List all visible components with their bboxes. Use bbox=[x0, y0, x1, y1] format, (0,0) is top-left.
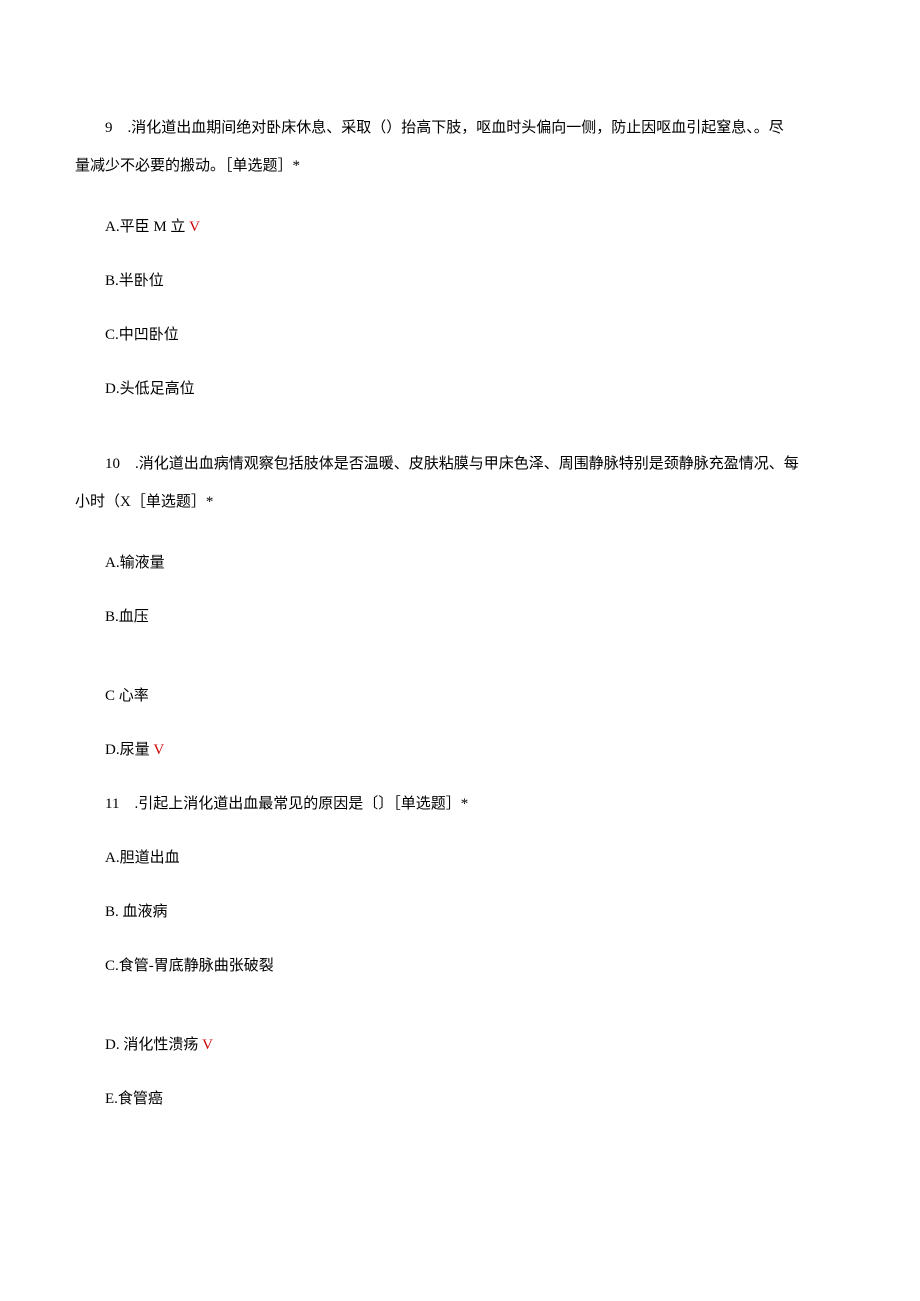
question-11-text: 11 .引起上消化道出血最常见的原因是〔〕［单选题］* bbox=[105, 796, 468, 812]
option-text: C.中凹卧位 bbox=[105, 327, 179, 343]
question-11-option-a: A.胆道出血 bbox=[105, 846, 845, 870]
question-10-line1: 10 .消化道出血病情观察包括肢体是否温暖、皮肤粘膜与甲床色泽、周围静脉特别是颈… bbox=[75, 446, 845, 484]
question-9: 9 .消化道出血期间绝对卧床休息、采取（）抬高下肢，呕血时头偏向一侧，防止因呕血… bbox=[75, 110, 845, 185]
correct-mark: V bbox=[189, 219, 200, 235]
question-9-option-b: B.半卧位 bbox=[105, 269, 845, 293]
question-11-option-e: E.食管癌 bbox=[105, 1087, 845, 1111]
correct-mark: V bbox=[153, 742, 164, 758]
question-9-option-d: D.头低足高位 bbox=[105, 377, 845, 401]
question-11: 11 .引起上消化道出血最常见的原因是〔〕［单选题］* bbox=[105, 792, 845, 816]
option-text: D.尿量 bbox=[105, 742, 153, 758]
option-text: E.食管癌 bbox=[105, 1091, 163, 1107]
question-11-option-d: D. 消化性溃疡 V bbox=[105, 1033, 845, 1057]
option-text: D. 消化性溃疡 bbox=[105, 1037, 202, 1053]
question-10-option-d: D.尿量 V bbox=[105, 738, 845, 762]
question-10-option-b: B.血压 bbox=[105, 605, 845, 629]
question-10-line2: 小时（X［单选题］* bbox=[75, 484, 845, 522]
question-9-option-c: C.中凹卧位 bbox=[105, 323, 845, 347]
question-10: 10 .消化道出血病情观察包括肢体是否温暖、皮肤粘膜与甲床色泽、周围静脉特别是颈… bbox=[75, 446, 845, 521]
option-text: C 心率 bbox=[105, 688, 149, 704]
option-text: B.半卧位 bbox=[105, 273, 164, 289]
question-11-option-b: B. 血液病 bbox=[105, 900, 845, 924]
question-10-option-a: A.输液量 bbox=[105, 551, 845, 575]
option-text: A.平臣 M 立 bbox=[105, 219, 189, 235]
question-10-option-c: C 心率 bbox=[105, 684, 845, 708]
correct-mark: V bbox=[202, 1037, 213, 1053]
option-text: B. 血液病 bbox=[105, 904, 168, 920]
question-9-line1: 9 .消化道出血期间绝对卧床休息、采取（）抬高下肢，呕血时头偏向一侧，防止因呕血… bbox=[75, 110, 845, 148]
option-text: C.食管-胃底静脉曲张破裂 bbox=[105, 958, 274, 974]
question-9-line2: 量减少不必要的搬动。［单选题］* bbox=[75, 148, 845, 186]
option-text: A.输液量 bbox=[105, 555, 165, 571]
question-11-option-c: C.食管-胃底静脉曲张破裂 bbox=[105, 954, 845, 978]
option-text: D.头低足高位 bbox=[105, 381, 195, 397]
question-9-option-a: A.平臣 M 立 V bbox=[105, 215, 845, 239]
option-text: A.胆道出血 bbox=[105, 850, 180, 866]
option-text: B.血压 bbox=[105, 609, 149, 625]
